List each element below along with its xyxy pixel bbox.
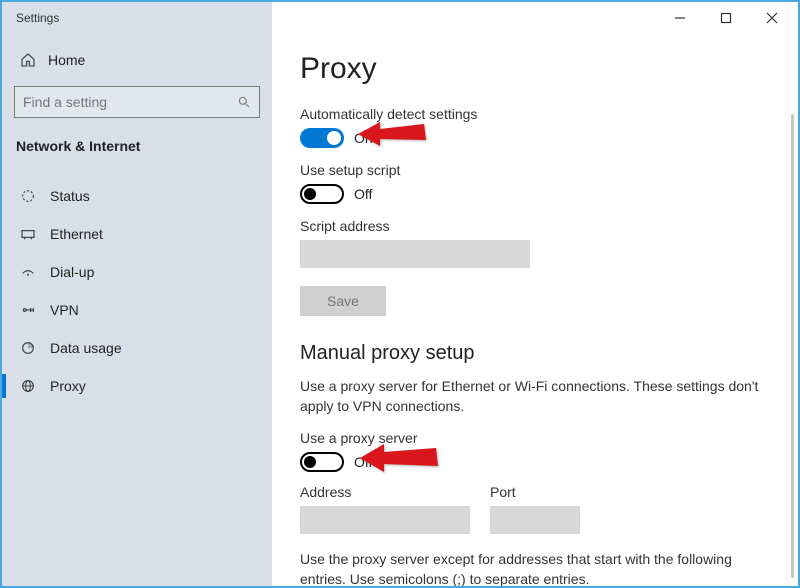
home-icon bbox=[20, 52, 36, 68]
save-button[interactable]: Save bbox=[300, 286, 386, 316]
sidebar-item-label: Status bbox=[50, 188, 90, 204]
script-address-input[interactable] bbox=[300, 240, 530, 268]
setup-script-state: Off bbox=[354, 186, 372, 202]
sidebar-item-label: VPN bbox=[50, 302, 79, 318]
sidebar-item-status[interactable]: Status bbox=[14, 178, 260, 214]
sidebar-item-proxy[interactable]: Proxy bbox=[14, 368, 260, 404]
exceptions-description: Use the proxy server except for addresse… bbox=[300, 550, 760, 586]
home-link[interactable]: Home bbox=[14, 44, 260, 76]
settings-window: Settings Home Network & Internet bbox=[0, 0, 800, 588]
search-input-wrapper[interactable] bbox=[14, 86, 260, 118]
home-label: Home bbox=[48, 52, 85, 68]
port-label: Port bbox=[490, 484, 580, 500]
script-address-label: Script address bbox=[300, 218, 770, 234]
sidebar-item-ethernet[interactable]: Ethernet bbox=[14, 216, 260, 252]
page-title: Proxy bbox=[300, 52, 770, 86]
minimize-button[interactable] bbox=[660, 4, 700, 32]
sidebar-item-label: Ethernet bbox=[50, 226, 103, 242]
section-title: Network & Internet bbox=[14, 134, 260, 164]
port-input[interactable] bbox=[490, 506, 580, 534]
sidebar-item-label: Dial-up bbox=[50, 264, 94, 280]
sidebar-item-vpn[interactable]: VPN bbox=[14, 292, 260, 328]
dialup-icon bbox=[20, 264, 36, 280]
setup-script-toggle[interactable] bbox=[300, 184, 344, 204]
sidebar-item-label: Data usage bbox=[50, 340, 122, 356]
search-icon bbox=[237, 95, 251, 109]
sidebar-item-dialup[interactable]: Dial-up bbox=[14, 254, 260, 290]
vpn-icon bbox=[20, 302, 36, 318]
auto-detect-label: Automatically detect settings bbox=[300, 106, 770, 122]
sidebar-item-label: Proxy bbox=[50, 378, 86, 394]
auto-detect-state: On bbox=[354, 130, 373, 146]
manual-description: Use a proxy server for Ethernet or Wi-Fi… bbox=[300, 377, 760, 416]
window-controls bbox=[660, 2, 792, 34]
setup-script-label: Use setup script bbox=[300, 162, 770, 178]
address-input[interactable] bbox=[300, 506, 470, 534]
status-icon bbox=[20, 188, 36, 204]
manual-heading: Manual proxy setup bbox=[300, 342, 770, 365]
sidebar-item-datausage[interactable]: Data usage bbox=[14, 330, 260, 366]
address-label: Address bbox=[300, 484, 470, 500]
maximize-button[interactable] bbox=[706, 4, 746, 32]
content-pane: Proxy Automatically detect settings On U… bbox=[272, 34, 798, 586]
titlebar: Settings bbox=[2, 2, 798, 34]
sidebar: Home Network & Internet Status Ethernet bbox=[2, 34, 272, 586]
ethernet-icon bbox=[20, 226, 36, 242]
search-input[interactable] bbox=[23, 94, 237, 110]
auto-detect-toggle[interactable] bbox=[300, 128, 344, 148]
use-proxy-label: Use a proxy server bbox=[300, 430, 770, 446]
datausage-icon bbox=[20, 340, 36, 356]
use-proxy-state: Off bbox=[354, 454, 372, 470]
use-proxy-toggle[interactable] bbox=[300, 452, 344, 472]
sidebar-nav: Status Ethernet Dial-up VPN Data usage bbox=[14, 178, 260, 404]
close-button[interactable] bbox=[752, 4, 792, 32]
window-body: Home Network & Internet Status Ethernet bbox=[2, 34, 798, 586]
window-title: Settings bbox=[2, 2, 272, 34]
proxy-icon bbox=[20, 378, 36, 394]
